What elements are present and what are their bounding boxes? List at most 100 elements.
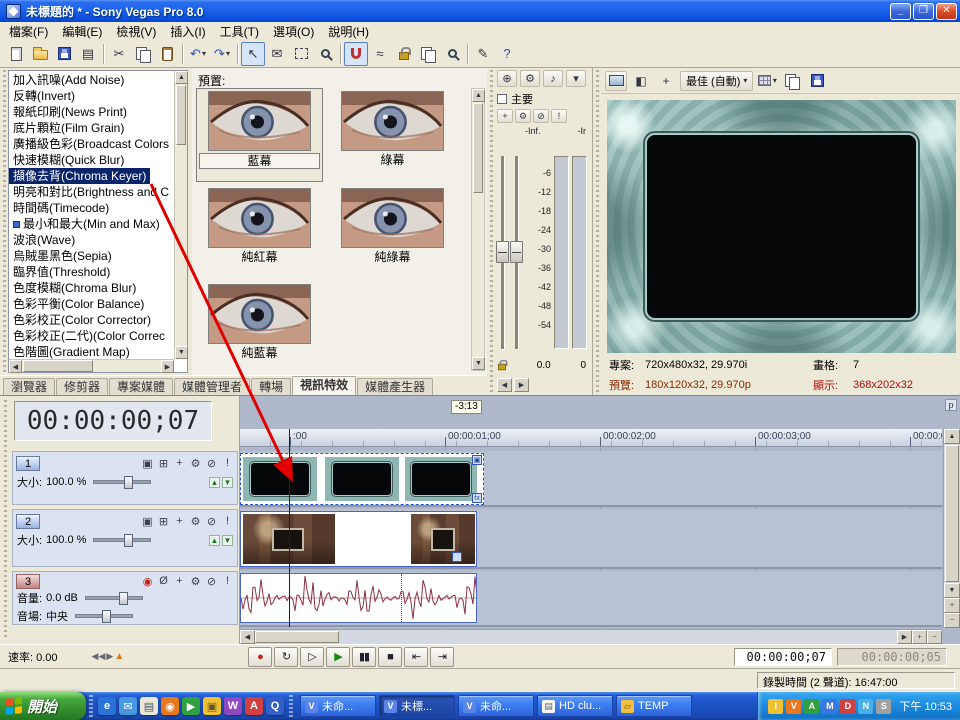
effect-item[interactable]: 加入訊噪(Add Noise): [9, 72, 174, 88]
qq-icon[interactable]: Q: [266, 697, 284, 715]
pan-crop-button[interactable]: +: [173, 457, 186, 470]
open-project-button[interactable]: [28, 42, 52, 66]
firefox-icon[interactable]: ◉: [161, 697, 179, 715]
fader-handle-right[interactable]: [510, 241, 523, 263]
preset-item[interactable]: 藍幕: [196, 88, 323, 182]
scroll-right-icon[interactable]: ▶: [897, 630, 912, 644]
taskbar-window-HD clu...[interactable]: ▤HD clu...: [537, 695, 613, 717]
insert-bus-button[interactable]: ⊕: [497, 70, 517, 87]
track-level-slider[interactable]: [93, 538, 151, 542]
track-header-1[interactable]: 1 ▣⊞+⚙⊘! 大小: 100.0 % ▲▼: [12, 451, 238, 505]
effect-item[interactable]: 擷像去背(Chroma Keyer): [9, 168, 150, 184]
track-number[interactable]: 2: [16, 514, 40, 529]
fader-handle-left[interactable]: [496, 241, 509, 263]
track-fx-button[interactable]: ⚙: [189, 575, 202, 588]
end-time-field[interactable]: 00:00:00;05: [837, 648, 947, 666]
antivirus-icon[interactable]: A: [804, 699, 819, 714]
preview-grip[interactable]: [593, 70, 601, 393]
bus-fx-button[interactable]: ⚙: [515, 109, 531, 123]
scroll-thumb[interactable]: [945, 445, 959, 582]
effect-item[interactable]: 色彩校正(二代)(Color Correc: [9, 328, 174, 344]
menu-tools[interactable]: 工具(T): [213, 22, 266, 41]
redo-button[interactable]: ↷▾: [210, 42, 234, 66]
split-screen-view-button[interactable]: ◧: [630, 71, 652, 91]
mixer-scroll-right-icon[interactable]: ▶: [514, 378, 529, 392]
copy-snapshot-button[interactable]: [781, 71, 803, 91]
mixer-scroll-left-icon[interactable]: ◀: [497, 378, 512, 392]
grid-overlay-button[interactable]: ▾: [756, 71, 778, 91]
acrobat-icon[interactable]: A: [245, 697, 263, 715]
dock-grip[interactable]: [0, 70, 8, 373]
edit-cursor[interactable]: [289, 429, 290, 627]
undo-button[interactable]: ↶▾: [186, 42, 210, 66]
track-zoom-in-icon[interactable]: +: [944, 598, 960, 613]
pan-slider[interactable]: [75, 614, 133, 618]
mixer-grip[interactable]: [487, 70, 495, 393]
compositing-buttons[interactable]: ▲▼: [209, 477, 233, 488]
scroll-up-icon[interactable]: ▲: [944, 429, 960, 444]
track-number[interactable]: 3: [16, 574, 40, 589]
minimize-button[interactable]: _: [890, 3, 911, 20]
mute-button[interactable]: ⊘: [205, 457, 218, 470]
mute-button[interactable]: ⊘: [205, 575, 218, 588]
stop-button[interactable]: ■: [378, 647, 402, 667]
pause-button[interactable]: ▮▮: [352, 647, 376, 667]
track-zoom-out-icon[interactable]: −: [944, 613, 960, 628]
video-output-button[interactable]: [605, 71, 627, 91]
record-button[interactable]: ●: [248, 647, 272, 667]
track-fx-button[interactable]: ⚙: [189, 457, 202, 470]
solo-button[interactable]: !: [221, 515, 234, 528]
time-ruler[interactable]: :0000:00:01;0000:00:02;0000:00:03;0000:0…: [240, 429, 942, 447]
pan-overlay-button[interactable]: +: [655, 71, 677, 91]
pan-button[interactable]: +: [497, 109, 513, 123]
bus-grid-icon[interactable]: [497, 94, 507, 104]
taskbar-window-未命...[interactable]: V未命...: [458, 695, 534, 717]
effect-item[interactable]: 時間碼(Timecode): [9, 200, 174, 216]
effect-item[interactable]: 色度模糊(Chroma Blur): [9, 280, 174, 296]
lock-envelopes-button[interactable]: [392, 42, 416, 66]
volume-slider[interactable]: [85, 596, 143, 600]
effect-item[interactable]: 色階圖(Gradient Map): [9, 344, 174, 359]
timeline-vertical-scrollbar[interactable]: ▲ ▼ + −: [943, 429, 960, 628]
lock-fader-icon[interactable]: [498, 364, 506, 370]
preset-item[interactable]: 純綠幕: [329, 185, 456, 279]
zoom-in-time-icon[interactable]: +: [912, 630, 927, 644]
safely-remove-icon[interactable]: S: [876, 699, 891, 714]
cursor-time-field[interactable]: 00:00:00;07: [734, 648, 832, 666]
track-header-2[interactable]: 2 ▣⊞+⚙⊘! 大小: 100.0 % ▲▼: [12, 509, 238, 567]
effect-item[interactable]: 快速模糊(Quick Blur): [9, 152, 174, 168]
effect-item[interactable]: 報紙印刷(News Print): [9, 104, 174, 120]
volume-icon[interactable]: V: [786, 699, 801, 714]
whats-this-help-button[interactable]: ?: [495, 42, 519, 66]
new-project-button[interactable]: [4, 42, 28, 66]
rate-slider[interactable]: ◀◀▶▲: [92, 651, 125, 662]
start-button[interactable]: 開始: [0, 692, 86, 720]
mute-button[interactable]: ⊘: [533, 109, 549, 123]
taskbar-window-未命...[interactable]: V未命...: [300, 695, 376, 717]
save-snapshot-button[interactable]: [806, 71, 828, 91]
scroll-left-icon[interactable]: ◀: [240, 630, 255, 644]
taskbar-window-未標...[interactable]: V未標...: [379, 695, 455, 717]
taskbar-divider[interactable]: [89, 695, 93, 717]
go-to-start-button[interactable]: ⇤: [404, 647, 428, 667]
cursor-timecode-display[interactable]: 00:00:00;07: [14, 401, 212, 441]
scroll-thumb[interactable]: [176, 85, 186, 145]
preset-item[interactable]: 純紅幕: [196, 185, 323, 279]
close-button[interactable]: ✕: [936, 3, 957, 20]
bus-meter-button[interactable]: ♪: [543, 70, 563, 87]
scroll-down-icon[interactable]: ▼: [175, 346, 188, 359]
save-project-button[interactable]: [52, 42, 76, 66]
effect-item[interactable]: 臨界值(Threshold): [9, 264, 174, 280]
play-from-start-button[interactable]: ▷: [300, 647, 324, 667]
tab-修剪器[interactable]: 修剪器: [56, 378, 108, 395]
effects-horizontal-scrollbar[interactable]: ◀ ▶: [9, 359, 174, 372]
marker-flag-icon[interactable]: p: [945, 399, 957, 411]
project-properties-button[interactable]: ▤: [76, 42, 100, 66]
scroll-thumb[interactable]: [473, 103, 483, 193]
outlook-express-icon[interactable]: ✉: [119, 697, 137, 715]
selection-edit-tool-button[interactable]: [289, 42, 313, 66]
input-method-icon[interactable]: I: [768, 699, 783, 714]
solo-button[interactable]: !: [221, 457, 234, 470]
video-event-track2[interactable]: [240, 511, 477, 567]
bypass-motion-blur-button[interactable]: ▣: [141, 457, 154, 470]
